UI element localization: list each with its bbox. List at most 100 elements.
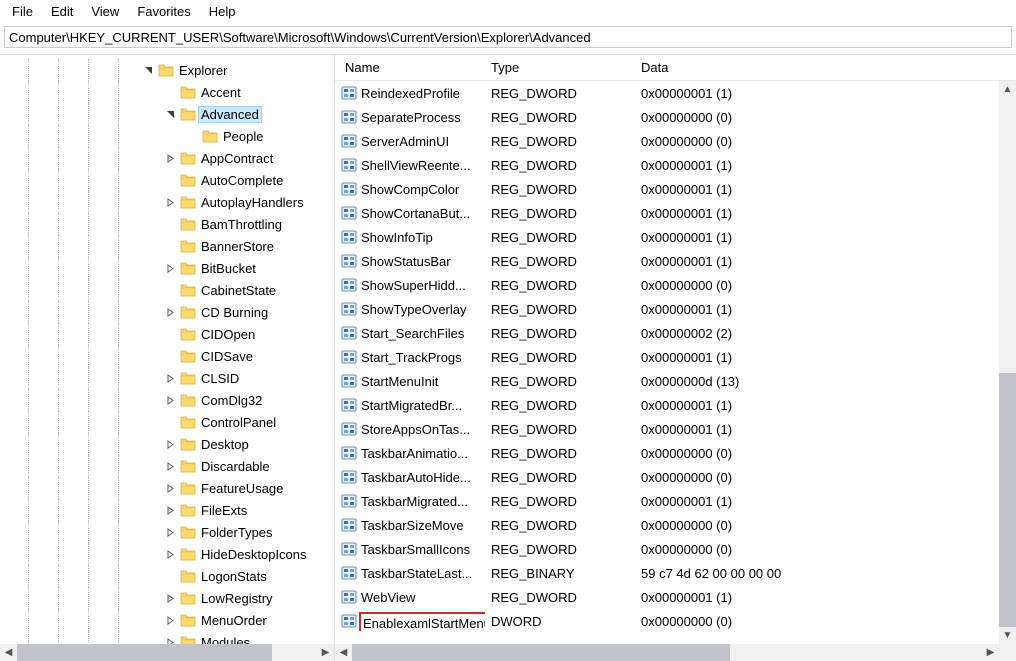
menu-edit[interactable]: Edit: [43, 3, 81, 20]
tree-expander-icon[interactable]: [162, 154, 178, 163]
menu-view[interactable]: View: [83, 3, 127, 20]
tree-expander-icon[interactable]: [162, 462, 178, 471]
value-row[interactable]: StartMigratedBr...REG_DWORD0x00000001 (1…: [335, 393, 1016, 417]
tree-item[interactable]: CIDSave: [0, 345, 334, 367]
column-header-data[interactable]: Data: [635, 56, 999, 79]
value-name-cell[interactable]: Start_TrackProgs: [335, 347, 485, 367]
value-name-cell[interactable]: ShellViewReente...: [335, 155, 485, 175]
tree-hscroll-track[interactable]: [17, 644, 317, 661]
value-row[interactable]: Start_SearchFilesREG_DWORD0x00000002 (2): [335, 321, 1016, 345]
tree-item[interactable]: AutoplayHandlers: [0, 191, 334, 213]
value-row[interactable]: EnablexamlStartMenuDWORD0x00000000 (0): [335, 609, 1016, 633]
tree-item[interactable]: HideDesktopIcons: [0, 543, 334, 565]
value-row[interactable]: WebViewREG_DWORD0x00000001 (1): [335, 585, 1016, 609]
value-row[interactable]: TaskbarMigrated...REG_DWORD0x00000001 (1…: [335, 489, 1016, 513]
value-name-cell[interactable]: ShowCompColor: [335, 179, 485, 199]
value-row[interactable]: ShowStatusBarREG_DWORD0x00000001 (1): [335, 249, 1016, 273]
scroll-left-arrow-icon[interactable]: ◀: [335, 644, 352, 661]
tree-expander-icon[interactable]: [162, 264, 178, 273]
tree-item[interactable]: Modules: [0, 631, 334, 644]
tree-expander-icon[interactable]: [140, 66, 156, 75]
scroll-right-arrow-icon[interactable]: ▶: [317, 644, 334, 661]
value-name-cell[interactable]: StoreAppsOnTas...: [335, 419, 485, 439]
list-hscroll-track[interactable]: [352, 644, 982, 661]
tree-item[interactable]: LogonStats: [0, 565, 334, 587]
value-name-cell[interactable]: TaskbarStateLast...: [335, 563, 485, 583]
tree-expander-icon[interactable]: [162, 616, 178, 625]
list-rows[interactable]: ReindexedProfileREG_DWORD0x00000001 (1)S…: [335, 81, 1016, 644]
tree-item[interactable]: FolderTypes: [0, 521, 334, 543]
value-row[interactable]: ShowInfoTipREG_DWORD0x00000001 (1): [335, 225, 1016, 249]
value-row[interactable]: Start_TrackProgsREG_DWORD0x00000001 (1): [335, 345, 1016, 369]
value-row[interactable]: TaskbarAnimatio...REG_DWORD0x00000000 (0…: [335, 441, 1016, 465]
value-name-cell[interactable]: ReindexedProfile: [335, 83, 485, 103]
value-row[interactable]: TaskbarSmallIconsREG_DWORD0x00000000 (0): [335, 537, 1016, 561]
value-name-cell[interactable]: SeparateProcess: [335, 107, 485, 127]
value-row[interactable]: ShowSuperHidd...REG_DWORD0x00000000 (0): [335, 273, 1016, 297]
column-header-type[interactable]: Type: [485, 56, 635, 79]
value-name-cell[interactable]: ShowStatusBar: [335, 251, 485, 271]
tree-item[interactable]: CabinetState: [0, 279, 334, 301]
value-row[interactable]: TaskbarAutoHide...REG_DWORD0x00000000 (0…: [335, 465, 1016, 489]
tree-expander-icon[interactable]: [162, 440, 178, 449]
tree-item[interactable]: ComDlg32: [0, 389, 334, 411]
tree-item[interactable]: FeatureUsage: [0, 477, 334, 499]
value-name-cell[interactable]: ShowCortanaBut...: [335, 203, 485, 223]
tree-expander-icon[interactable]: [162, 308, 178, 317]
tree-expander-icon[interactable]: [162, 484, 178, 493]
tree-horizontal-scrollbar[interactable]: ◀ ▶: [0, 644, 334, 661]
scroll-left-arrow-icon[interactable]: ◀: [0, 644, 17, 661]
tree-expander-icon[interactable]: [162, 198, 178, 207]
menu-file[interactable]: File: [4, 3, 41, 20]
value-name-cell[interactable]: StartMenuInit: [335, 371, 485, 391]
scroll-right-arrow-icon[interactable]: ▶: [982, 644, 999, 661]
tree-item[interactable]: Advanced: [0, 103, 334, 125]
tree-content[interactable]: ExplorerAccentAdvancedPeopleAppContractA…: [0, 55, 334, 644]
value-name-cell[interactable]: TaskbarSizeMove: [335, 515, 485, 535]
tree-item[interactable]: CIDOpen: [0, 323, 334, 345]
list-vscroll-track[interactable]: [999, 98, 1016, 627]
value-name-cell[interactable]: ShowSuperHidd...: [335, 275, 485, 295]
value-row[interactable]: TaskbarStateLast...REG_BINARY59 c7 4d 62…: [335, 561, 1016, 585]
tree-item[interactable]: MenuOrder: [0, 609, 334, 631]
menu-favorites[interactable]: Favorites: [129, 3, 198, 20]
value-name-cell[interactable]: ShowTypeOverlay: [335, 299, 485, 319]
list-hscroll-thumb[interactable]: [352, 644, 730, 661]
tree-item[interactable]: AutoComplete: [0, 169, 334, 191]
tree-hscroll-thumb[interactable]: [17, 644, 272, 661]
value-row[interactable]: ShowCompColorREG_DWORD0x00000001 (1): [335, 177, 1016, 201]
scroll-down-arrow-icon[interactable]: ▼: [999, 627, 1016, 644]
tree-expander-icon[interactable]: [162, 550, 178, 559]
tree-item[interactable]: CLSID: [0, 367, 334, 389]
value-name-cell[interactable]: StartMigratedBr...: [335, 395, 485, 415]
value-rename-input[interactable]: [359, 612, 485, 631]
value-name-cell[interactable]: ShowInfoTip: [335, 227, 485, 247]
tree-item[interactable]: ControlPanel: [0, 411, 334, 433]
tree-expander-icon[interactable]: [162, 396, 178, 405]
tree-item[interactable]: Desktop: [0, 433, 334, 455]
value-name-cell[interactable]: TaskbarAutoHide...: [335, 467, 485, 487]
tree-item[interactable]: LowRegistry: [0, 587, 334, 609]
value-row[interactable]: ReindexedProfileREG_DWORD0x00000001 (1): [335, 81, 1016, 105]
tree-item[interactable]: BitBucket: [0, 257, 334, 279]
value-name-cell[interactable]: TaskbarMigrated...: [335, 491, 485, 511]
list-horizontal-scrollbar[interactable]: ◀ ▶: [335, 644, 999, 661]
tree-expander-icon[interactable]: [162, 528, 178, 537]
tree-expander-icon[interactable]: [162, 110, 178, 119]
value-name-cell[interactable]: EnablexamlStartMenu: [335, 611, 485, 631]
tree-item[interactable]: Discardable: [0, 455, 334, 477]
value-name-cell[interactable]: TaskbarAnimatio...: [335, 443, 485, 463]
tree-item[interactable]: Accent: [0, 81, 334, 103]
tree-item[interactable]: People: [0, 125, 334, 147]
column-header-name[interactable]: Name: [335, 56, 485, 79]
tree-item[interactable]: BamThrottling: [0, 213, 334, 235]
menu-help[interactable]: Help: [201, 3, 244, 20]
tree-item[interactable]: BannerStore: [0, 235, 334, 257]
list-vertical-scrollbar[interactable]: ▲ ▼: [999, 81, 1016, 644]
value-name-cell[interactable]: Start_SearchFiles: [335, 323, 485, 343]
value-row[interactable]: StartMenuInitREG_DWORD0x0000000d (13): [335, 369, 1016, 393]
list-vscroll-thumb[interactable]: [999, 373, 1016, 627]
value-name-cell[interactable]: WebView: [335, 587, 485, 607]
tree-item[interactable]: AppContract: [0, 147, 334, 169]
value-row[interactable]: TaskbarSizeMoveREG_DWORD0x00000000 (0): [335, 513, 1016, 537]
